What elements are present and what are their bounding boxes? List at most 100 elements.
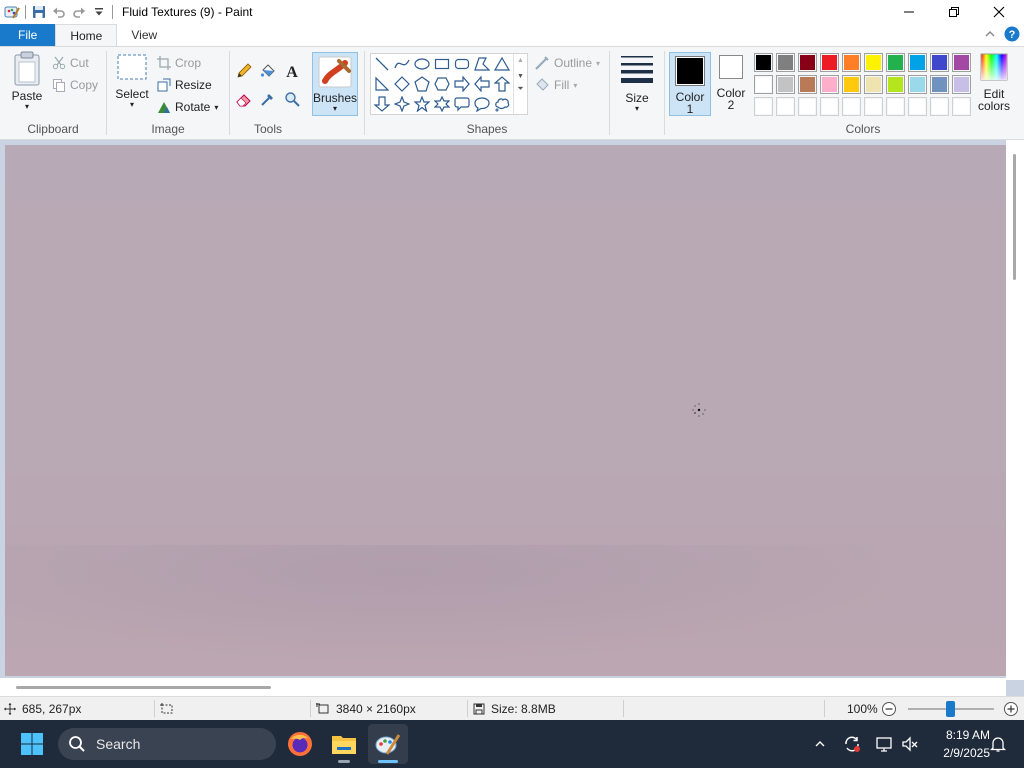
six-point-star-shape-icon[interactable] — [432, 94, 452, 114]
drawing-canvas[interactable] — [5, 145, 1006, 676]
fill-button[interactable]: Fill ▾ — [534, 75, 577, 95]
sync-icon[interactable] — [840, 732, 864, 756]
save-icon[interactable] — [29, 2, 49, 22]
outline-button[interactable]: Outline ▾ — [534, 53, 600, 73]
rectangle-shape-icon[interactable] — [432, 54, 452, 74]
redo-icon[interactable] — [69, 2, 89, 22]
cut-button[interactable]: Cut — [52, 53, 89, 73]
line-shape-icon[interactable] — [372, 54, 392, 74]
five-point-star-shape-icon[interactable] — [412, 94, 432, 114]
shapes-scroll-up-icon[interactable]: ▲ — [514, 57, 527, 64]
pentagon-shape-icon[interactable] — [412, 74, 432, 94]
curve-shape-icon[interactable] — [392, 54, 412, 74]
horizontal-scroll-thumb[interactable] — [16, 686, 271, 689]
right-arrow-shape-icon[interactable] — [452, 74, 472, 94]
crop-button[interactable]: Crop — [157, 53, 201, 73]
taskbar-search[interactable]: Search — [58, 728, 276, 760]
palette-swatch[interactable] — [864, 75, 883, 94]
four-point-star-shape-icon[interactable] — [392, 94, 412, 114]
fill-bucket-icon[interactable] — [258, 61, 278, 81]
palette-swatch[interactable] — [908, 53, 927, 72]
shapes-expand-icon[interactable]: ⏷ — [514, 84, 527, 94]
copy-button[interactable]: Copy — [52, 75, 98, 95]
edit-colors-button[interactable]: Edit colors — [975, 53, 1013, 112]
paint-app-icon[interactable] — [2, 2, 22, 22]
palette-swatch[interactable] — [908, 75, 927, 94]
taskbar-firefox[interactable] — [280, 724, 320, 764]
palette-swatch[interactable] — [930, 97, 949, 116]
text-icon[interactable]: A — [282, 61, 302, 81]
palette-swatch[interactable] — [864, 53, 883, 72]
hexagon-shape-icon[interactable] — [432, 74, 452, 94]
pencil-icon[interactable] — [234, 61, 254, 81]
palette-swatch[interactable] — [842, 97, 861, 116]
outline-dropdown-icon[interactable]: ▾ — [596, 59, 600, 68]
brushes-button[interactable]: Brushes ▾ — [312, 52, 358, 116]
help-icon[interactable]: ? — [1004, 26, 1020, 45]
palette-swatch[interactable] — [754, 75, 773, 94]
palette-swatch[interactable] — [864, 97, 883, 116]
taskbar-file-explorer[interactable] — [324, 724, 364, 764]
vertical-scroll-thumb[interactable] — [1013, 154, 1016, 280]
palette-swatch[interactable] — [754, 53, 773, 72]
size-dropdown-icon[interactable]: ▾ — [635, 105, 639, 113]
palette-swatch[interactable] — [820, 53, 839, 72]
palette-swatch[interactable] — [908, 97, 927, 116]
size-button[interactable]: Size ▾ — [616, 53, 658, 113]
palette-swatch[interactable] — [842, 53, 861, 72]
rotate-button[interactable]: Rotate ▾ — [157, 97, 218, 117]
notification-bell-icon[interactable] — [986, 732, 1010, 756]
paste-dropdown-icon[interactable]: ▾ — [25, 103, 29, 111]
diamond-shape-icon[interactable] — [392, 74, 412, 94]
down-arrow-shape-icon[interactable] — [372, 94, 392, 114]
palette-swatch[interactable] — [842, 75, 861, 94]
tab-home[interactable]: Home — [55, 24, 118, 46]
taskbar-paint[interactable] — [368, 724, 408, 764]
palette-swatch[interactable] — [930, 75, 949, 94]
tab-view[interactable]: View — [117, 24, 171, 46]
resize-button[interactable]: Resize — [157, 75, 212, 95]
customize-qa-dropdown-icon[interactable] — [89, 2, 109, 22]
triangle-shape-icon[interactable] — [492, 54, 512, 74]
volume-muted-icon[interactable] — [898, 732, 922, 756]
fill-dropdown-icon[interactable]: ▾ — [573, 81, 577, 90]
palette-swatch[interactable] — [930, 53, 949, 72]
rounded-rectangle-shape-icon[interactable] — [452, 54, 472, 74]
palette-swatch[interactable] — [820, 97, 839, 116]
palette-swatch[interactable] — [886, 53, 905, 72]
oval-shape-icon[interactable] — [412, 54, 432, 74]
palette-swatch[interactable] — [952, 97, 971, 116]
palette-swatch[interactable] — [886, 97, 905, 116]
zoom-out-button[interactable] — [881, 697, 897, 720]
palette-swatch[interactable] — [776, 97, 795, 116]
tab-file[interactable]: File — [0, 24, 56, 46]
rotate-dropdown-icon[interactable]: ▾ — [214, 103, 218, 112]
close-button[interactable] — [976, 0, 1022, 24]
paste-button[interactable]: Paste ▾ — [6, 51, 48, 111]
palette-swatch[interactable] — [798, 53, 817, 72]
maximize-button[interactable] — [931, 0, 977, 24]
polygon-shape-icon[interactable] — [472, 54, 492, 74]
palette-swatch[interactable] — [754, 97, 773, 116]
rounded-callout-shape-icon[interactable] — [452, 94, 472, 114]
eraser-icon[interactable] — [234, 89, 254, 109]
color-picker-icon[interactable] — [258, 89, 278, 109]
palette-swatch[interactable] — [886, 75, 905, 94]
vertical-scrollbar[interactable] — [1006, 140, 1024, 680]
palette-swatch[interactable] — [776, 75, 795, 94]
right-triangle-shape-icon[interactable] — [372, 74, 392, 94]
taskbar-clock[interactable]: 8:19 AM 2/9/2025 — [924, 726, 990, 762]
color1-button[interactable]: Color 1 — [669, 52, 711, 116]
start-button[interactable] — [12, 728, 52, 760]
collapse-ribbon-icon[interactable] — [984, 28, 996, 43]
select-button[interactable]: Select ▾ — [113, 53, 151, 109]
palette-swatch[interactable] — [952, 75, 971, 94]
zoom-in-button[interactable] — [1003, 697, 1019, 720]
up-arrow-shape-icon[interactable] — [492, 74, 512, 94]
left-arrow-shape-icon[interactable] — [472, 74, 492, 94]
minimize-button[interactable] — [886, 0, 932, 24]
zoom-slider-thumb[interactable] — [946, 701, 955, 717]
shapes-scroll[interactable]: ▲ ▼ ⏷ — [513, 54, 527, 114]
shapes-scroll-down-icon[interactable]: ▼ — [514, 73, 527, 80]
horizontal-scrollbar[interactable] — [0, 678, 1006, 696]
